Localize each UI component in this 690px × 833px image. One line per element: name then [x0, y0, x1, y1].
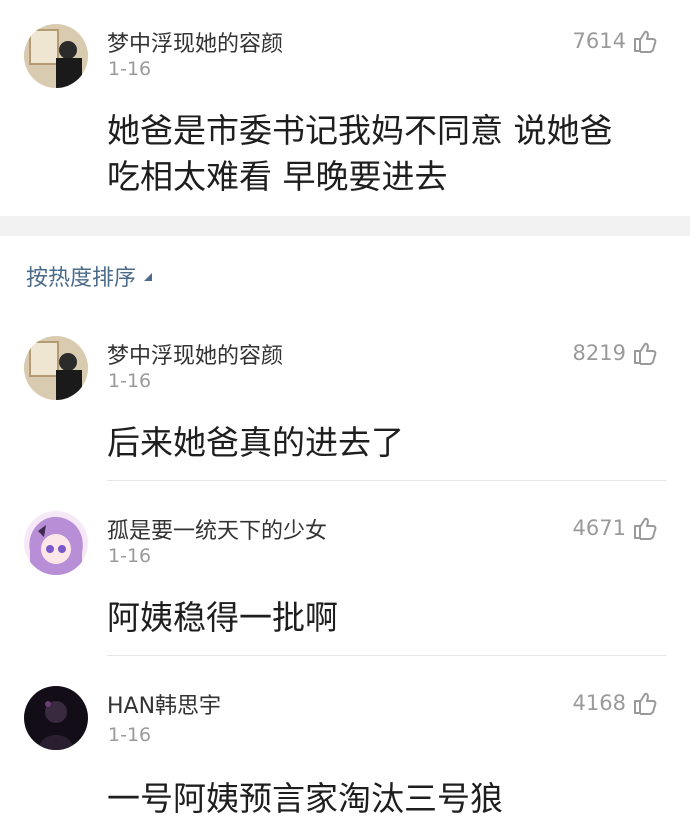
thumbs-up-icon	[634, 517, 657, 540]
like-button[interactable]: 7614	[573, 28, 658, 54]
comment-date: 1-16	[108, 724, 152, 746]
user-avatar-icon	[24, 336, 88, 400]
like-count: 7614	[572, 29, 626, 53]
reply-comment: HAN韩思宇 1-16 4168 一号阿姨预言家淘汰三号狼	[0, 670, 690, 833]
like-button[interactable]: 4671	[573, 515, 658, 541]
username[interactable]: 梦中浮现她的容颜	[107, 338, 283, 370]
thumbs-up-icon	[634, 342, 657, 365]
comment-text: 一号阿姨预言家淘汰三号狼	[107, 779, 503, 818]
reply-comment: 孤是要一统天下的少女 1-16 4671 阿姨稳得一批啊	[0, 495, 690, 665]
like-count: 4671	[572, 516, 626, 540]
thumbs-up-icon	[634, 692, 657, 715]
comment-text: 她爸是市委书记我妈不同意 说她爸	[107, 111, 613, 150]
comment-text: 阿姨稳得一批啊	[107, 598, 338, 637]
like-button[interactable]: 8219	[573, 340, 658, 366]
comment-date: 1-16	[108, 370, 152, 392]
like-button[interactable]: 4168	[573, 690, 658, 716]
avatar[interactable]	[24, 24, 88, 88]
like-count: 4168	[572, 691, 626, 715]
username[interactable]: 梦中浮现她的容颜	[107, 26, 283, 58]
caret-down-icon	[144, 273, 153, 281]
comment-text-line2: 吃相太难看 早晚要进去	[107, 157, 448, 196]
avatar[interactable]	[24, 336, 88, 400]
username[interactable]: HAN韩思宇	[107, 688, 221, 720]
section-divider	[0, 216, 690, 236]
user-avatar-icon	[24, 24, 88, 88]
comment-date: 1-16	[108, 545, 152, 567]
sort-label: 按热度排序	[26, 266, 137, 291]
row-divider	[107, 655, 666, 656]
reply-comment: 梦中浮现她的容颜 1-16 8219 后来她爸真的进去了	[0, 320, 690, 490]
avatar[interactable]	[24, 511, 88, 575]
sort-dropdown[interactable]: 按热度排序	[26, 260, 153, 292]
thumbs-up-icon	[634, 30, 657, 53]
like-count: 8219	[572, 341, 626, 365]
user-avatar-icon	[24, 686, 88, 750]
comment-text: 后来她爸真的进去了	[107, 423, 404, 462]
username[interactable]: 孤是要一统天下的少女	[107, 513, 327, 545]
avatar[interactable]	[24, 686, 88, 750]
row-divider	[107, 480, 666, 481]
top-comment: 梦中浮现她的容颜 1-16 7614 她爸是市委书记我妈不同意 说她爸 吃相太难…	[0, 0, 690, 216]
user-avatar-icon	[24, 511, 88, 575]
comment-date: 1-16	[108, 58, 152, 80]
